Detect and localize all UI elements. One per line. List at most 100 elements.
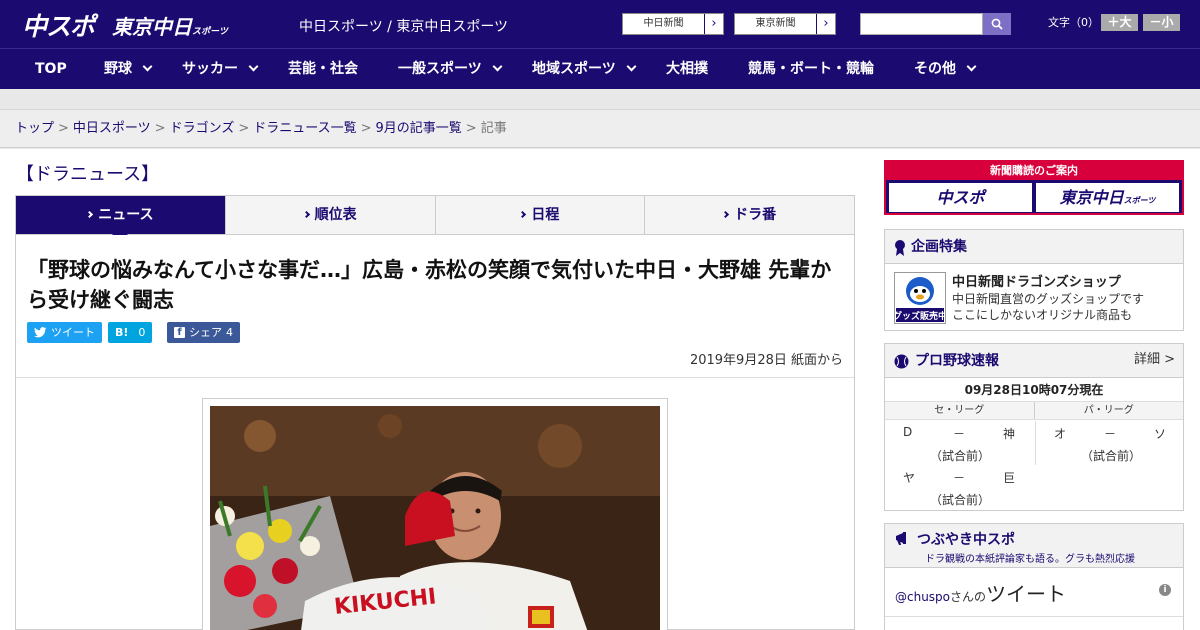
site-name: 中日スポーツ / 東京中日スポーツ (299, 19, 509, 35)
tab-dora-ban[interactable]: ドラ番 (645, 196, 854, 234)
tokyo-logo-small: スポーツ (192, 27, 228, 37)
chevron-right-icon (86, 210, 94, 219)
breadcrumb-current: 記事 (480, 121, 507, 136)
chevron-right-icon (302, 210, 310, 219)
shop-desc-line: ここにしかないオリジナル商品も (952, 308, 1133, 322)
game-row[interactable]: ヤ － 巨 （試合前） (885, 465, 1035, 509)
nav-other[interactable]: その他 (914, 49, 977, 89)
search-button[interactable] (983, 13, 1011, 35)
tokyo-logo-text: 東京中日 (112, 15, 192, 39)
ad-chuspo-logo: 中スポ (889, 183, 1032, 212)
shop-title[interactable]: 中日新聞ドラゴンズショップ (952, 271, 1121, 290)
tokyo-shimbun-button[interactable]: 東京新聞 › (734, 13, 836, 35)
nav-soccer[interactable]: サッカー (182, 49, 259, 89)
main-nav: TOP 野球 サッカー 芸能・社会 一般スポーツ 地域スポーツ 大相撲 競馬・ボ… (0, 48, 1200, 89)
subscription-banner[interactable]: 新聞購読のご案内 中スポ 東京中日スポーツ (884, 160, 1184, 215)
nav-top[interactable]: TOP (35, 49, 67, 89)
article-divider (16, 377, 854, 378)
league-central: セ・リーグ (885, 402, 1035, 419)
breadcrumb-dragons[interactable]: ドラゴンズ (170, 121, 235, 136)
twitter-tweet-word: ツイート (986, 582, 1067, 606)
font-smaller-button[interactable]: －小 (1143, 14, 1180, 31)
game-row[interactable]: D － 神 （試合前） (885, 421, 1035, 465)
breadcrumb-separator: > (238, 121, 250, 136)
game-home: ヤ (903, 471, 916, 485)
paper-button-label: 中日新聞 (623, 14, 705, 34)
breadcrumb-dora-news[interactable]: ドラニュース一覧 (253, 121, 356, 136)
nav-keiba[interactable]: 競馬・ボート・競輪 (748, 49, 874, 89)
scores-more-link[interactable]: 詳細 > (1134, 344, 1175, 376)
twitter-divider (885, 616, 1183, 617)
article-date: 2019年9月28日 紙面から (689, 353, 843, 368)
chuspo-logo[interactable]: 中スポ (22, 7, 95, 43)
chevron-down-icon (492, 61, 503, 72)
tweet-label: ツイート (51, 326, 95, 339)
nav-label: TOP (35, 61, 67, 77)
scores-title: プロ野球速報 (915, 353, 999, 369)
breadcrumb-september[interactable]: 9月の記事一覧 (376, 121, 462, 136)
nav-general-sports[interactable]: 一般スポーツ (398, 49, 503, 89)
tab-standings[interactable]: 順位表 (226, 196, 436, 234)
facebook-count: 4 (226, 326, 233, 339)
tab-news[interactable]: ニュース (16, 196, 226, 242)
ad-tokyo-logo: 東京中日スポーツ (1036, 183, 1179, 212)
breadcrumb-top[interactable]: トップ (15, 121, 54, 136)
game-score: － (953, 471, 966, 485)
twitter-header: つぶやき中スポ ドラ観戦の本紙評論家も語る。グラも熱烈応援 (885, 524, 1183, 568)
tab-label: 順位表 (314, 207, 357, 223)
game-home: オ (1054, 427, 1067, 441)
nav-local-sports[interactable]: 地域スポーツ (532, 49, 637, 89)
game-status: （試合前） (1080, 449, 1141, 463)
info-icon[interactable]: i (1159, 584, 1171, 596)
ad-tokyo-logo-text: 東京中日 (1059, 188, 1124, 207)
font-larger-button[interactable]: ＋大 (1101, 14, 1138, 31)
chevron-down-icon (966, 61, 977, 72)
twitter-handle[interactable]: @chuspo (895, 590, 950, 604)
facebook-icon: f (174, 327, 185, 338)
twitter-title: つぶやき中スポ (917, 532, 1015, 548)
game-away: 神 (1002, 427, 1015, 441)
article-headline: 「野球の悩みなんて小さな事だ…」広島・赤松の笑顔で気付いた中日・大野雄 先輩から… (27, 258, 832, 312)
chunichi-shimbun-button[interactable]: 中日新聞 › (622, 13, 724, 35)
twitter-subtitle: ドラ観戦の本紙評論家も語る。グラも熱烈応援 (925, 554, 1135, 565)
font-size-label: 文字（0） (1048, 16, 1099, 29)
feature-box: 企画特集 グッズ販売中 中日新聞ドラゴンズショップ 中日新聞直営のグッズショップ… (884, 229, 1184, 331)
tweet-button[interactable]: ツイート (27, 322, 102, 343)
nav-label: その他 (914, 61, 956, 77)
nav-baseball[interactable]: 野球 (104, 49, 153, 89)
search-input[interactable] (860, 13, 983, 35)
twitter-bird-icon (34, 327, 47, 338)
tokyo-chunichi-logo[interactable]: 東京中日スポーツ (112, 11, 228, 40)
nav-label: 芸能・社会 (288, 61, 358, 77)
hatena-button[interactable]: B! 0 (108, 322, 153, 343)
twitter-feed-title: @chuspoさんのツイート (895, 578, 1066, 607)
breadcrumb-separator: > (58, 121, 69, 136)
ad-tokyo-logo-small: スポーツ (1123, 196, 1156, 205)
tab-label: ドラ番 (734, 207, 777, 223)
breadcrumb-chuspo[interactable]: 中日スポーツ (73, 121, 151, 136)
chevron-down-icon (142, 61, 153, 72)
shop-badge-text: グッズ販売中 (895, 310, 945, 322)
nav-entertainment[interactable]: 芸能・社会 (288, 49, 358, 89)
subscription-banner-title: 新聞購読のご案内 (886, 162, 1182, 180)
facebook-label: シェア (189, 326, 222, 339)
article-photo[interactable]: KIKUCHI (210, 406, 660, 630)
breadcrumb-separator: > (465, 121, 477, 136)
nav-sumo[interactable]: 大相撲 (666, 49, 708, 89)
shop-description: 中日新聞直営のグッズショップです ここにしかないオリジナル商品も (952, 291, 1144, 323)
breadcrumb: トップ > 中日スポーツ > ドラゴンズ > ドラニュース一覧 >9月の記事一覧 > 記事 (0, 110, 1200, 148)
nav-label: 野球 (104, 61, 132, 77)
hatena-icon: B! (115, 326, 129, 339)
search-icon (991, 18, 1003, 30)
chevron-right-icon (722, 210, 730, 219)
nav-label: 競馬・ボート・競輪 (748, 61, 874, 77)
tab-schedule[interactable]: 日程 (436, 196, 646, 234)
chevron-right-icon: › (823, 16, 829, 31)
facebook-share-button[interactable]: f シェア 4 (167, 322, 240, 343)
shop-badge-image[interactable]: グッズ販売中 (893, 272, 947, 324)
game-row[interactable]: オ － ソ （試合前） (1036, 421, 1186, 465)
site-header: 中スポ 東京中日スポーツ 中日スポーツ / 東京中日スポーツ 中日新聞 › 東京… (0, 0, 1200, 48)
game-home: D (903, 425, 913, 439)
twitter-san-no: さんの (950, 590, 987, 604)
section-tabs: ニュース 順位表 日程 ドラ番 (15, 195, 855, 242)
